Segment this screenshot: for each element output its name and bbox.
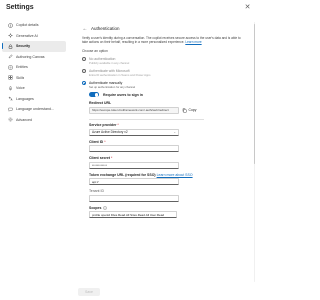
sidebar-item-copilot-details[interactable]: Copilot details bbox=[2, 20, 66, 31]
option-subtitle: Publicly available in any channel bbox=[89, 61, 130, 66]
authentication-panel: ← Authentication Verify a user's identit… bbox=[82, 24, 248, 219]
sidebar-item-label: Advanced bbox=[16, 117, 32, 122]
token-exchange-label-text: Token exchange URL (required for SSO) bbox=[89, 172, 156, 177]
copy-button[interactable]: Copy bbox=[182, 108, 196, 113]
save-button[interactable]: Save bbox=[78, 288, 100, 296]
client-secret-label-text: Client secret bbox=[89, 156, 111, 161]
window-title: Settings bbox=[6, 4, 34, 11]
list-icon bbox=[8, 65, 13, 70]
service-provider-dropdown[interactable]: Azure Active Directory v2 ⌄ bbox=[89, 128, 179, 136]
copy-icon bbox=[182, 108, 187, 113]
service-provider-value: Azure Active Directory v2 bbox=[92, 130, 128, 135]
required-mark: * bbox=[117, 123, 119, 128]
option-title: No authentication bbox=[89, 56, 116, 61]
option-title: Authenticate manually bbox=[89, 80, 123, 85]
info-icon[interactable] bbox=[103, 206, 107, 210]
description-text: Verify a user's identity during a conver… bbox=[82, 36, 241, 45]
copy-label: Copy bbox=[188, 108, 197, 113]
sidebar-item-label: Security bbox=[16, 44, 31, 49]
radio-button[interactable] bbox=[82, 57, 86, 62]
settings-window: Settings ✕ Copilot details Generative AI… bbox=[0, 0, 256, 300]
sidebar-item-label: Languages bbox=[16, 96, 34, 101]
chevron-down-icon: ⌄ bbox=[173, 130, 176, 135]
sidebar-item-label: Voice bbox=[16, 86, 25, 91]
learn-more-sso-link[interactable]: Learn more about SSO bbox=[157, 173, 193, 177]
client-secret-input[interactable]: •••••••••••• bbox=[89, 161, 179, 169]
sidebar-item-label: Entities bbox=[16, 65, 28, 70]
sidebar-item-skills[interactable]: Skills bbox=[2, 73, 66, 84]
info-icon bbox=[8, 23, 13, 28]
option-authenticate-manually[interactable]: Authenticate manually Set up authenticat… bbox=[82, 80, 248, 90]
sidebar-item-entities[interactable]: Entities bbox=[2, 62, 66, 73]
section-header: ← Authentication bbox=[82, 24, 248, 33]
sidebar-item-language-understanding[interactable]: Language understand... bbox=[2, 104, 66, 115]
chat-icon bbox=[8, 107, 13, 112]
gear-icon bbox=[8, 117, 13, 122]
learn-more-link[interactable]: Learn more bbox=[185, 40, 201, 44]
tenant-id-input[interactable] bbox=[89, 194, 179, 202]
scrollbar-thumb[interactable] bbox=[253, 24, 255, 164]
require-signin-label: Require users to sign in bbox=[103, 92, 143, 97]
lock-icon bbox=[8, 44, 13, 49]
sidebar-item-label: Skills bbox=[16, 75, 25, 80]
back-arrow-icon[interactable]: ← bbox=[82, 26, 88, 32]
sidebar-item-voice[interactable]: Voice bbox=[2, 83, 66, 94]
token-exchange-input[interactable]: api:// bbox=[89, 178, 179, 186]
section-description: Verify a user's identity during a conver… bbox=[82, 36, 244, 44]
options-label: Choose an option bbox=[82, 49, 108, 54]
sidebar-item-advanced[interactable]: Advanced bbox=[2, 115, 66, 126]
sidebar-item-label: Language understand... bbox=[16, 107, 54, 112]
option-title: Authenticate with Microsoft bbox=[89, 68, 130, 73]
sidebar-item-label: Copilot details bbox=[16, 23, 39, 28]
scopes-input[interactable]: profile openid Files.Read.All Sites.Read… bbox=[89, 211, 177, 219]
mic-icon bbox=[8, 86, 13, 91]
require-signin-toggle[interactable] bbox=[89, 92, 99, 98]
sidebar-item-languages[interactable]: Languages bbox=[2, 94, 66, 105]
footer: Save bbox=[78, 288, 248, 300]
sidebar-item-security[interactable]: Security bbox=[2, 41, 66, 52]
option-subtitle: Set up authentication for any channel bbox=[89, 85, 136, 90]
close-icon[interactable]: ✕ bbox=[243, 3, 252, 12]
scopes-label: Scopes bbox=[89, 205, 102, 210]
required-mark: * bbox=[104, 139, 106, 144]
radio-button-selected[interactable] bbox=[82, 81, 86, 86]
sidebar-item-generative-ai[interactable]: Generative AI bbox=[2, 31, 66, 42]
require-signin-row: Require users to sign in bbox=[89, 92, 248, 98]
client-id-input[interactable] bbox=[89, 145, 179, 153]
redirect-url-row: https://europe.token.botframework.com/.a… bbox=[89, 106, 248, 114]
client-id-label: Client ID * bbox=[89, 140, 248, 144]
skills-icon bbox=[8, 75, 13, 80]
option-subtitle: Entra ID authentication in Teams and Pow… bbox=[89, 73, 151, 78]
settings-sidebar: Copilot details Generative AI Security A… bbox=[0, 20, 68, 300]
client-secret-label: Client secret * bbox=[89, 156, 248, 160]
translate-icon bbox=[8, 96, 13, 101]
redirect-url-label: Redirect URL bbox=[89, 101, 112, 106]
section-title: Authentication bbox=[91, 26, 120, 31]
option-authenticate-microsoft[interactable]: Authenticate with Microsoft Entra ID aut… bbox=[82, 68, 248, 78]
sparkle-icon bbox=[8, 33, 13, 39]
client-id-label-text: Client ID bbox=[89, 139, 104, 144]
service-provider-label-text: Service provider bbox=[89, 123, 117, 128]
sidebar-item-label: Generative AI bbox=[16, 33, 38, 38]
title-bar: Settings ✕ bbox=[0, 0, 256, 16]
divider bbox=[89, 118, 204, 120]
required-mark: * bbox=[111, 156, 113, 161]
token-exchange-label: Token exchange URL (required for SSO) Le… bbox=[89, 173, 248, 177]
tenant-id-label: Tenant ID bbox=[89, 189, 104, 194]
pen-icon bbox=[8, 54, 13, 59]
sidebar-item-authoring-canvas[interactable]: Authoring Canvas bbox=[2, 52, 66, 63]
sidebar-item-label: Authoring Canvas bbox=[16, 54, 45, 59]
redirect-url-field[interactable]: https://europe.token.botframework.com/.a… bbox=[89, 106, 179, 114]
option-no-authentication[interactable]: No authentication Publicly available in … bbox=[82, 56, 248, 66]
service-provider-label: Service provider * bbox=[89, 123, 248, 127]
radio-button[interactable] bbox=[82, 69, 86, 74]
scopes-label-row: Scopes bbox=[89, 206, 248, 210]
